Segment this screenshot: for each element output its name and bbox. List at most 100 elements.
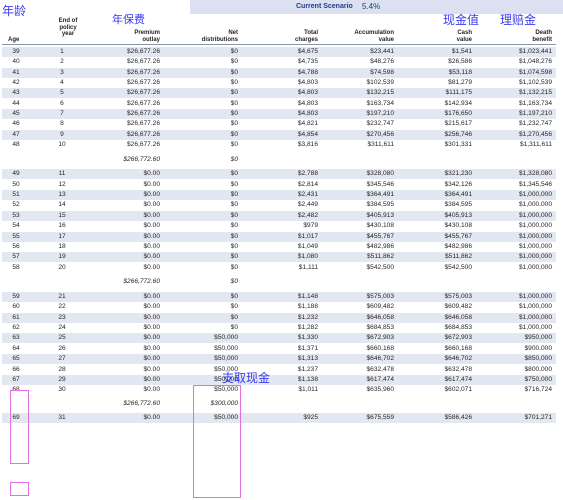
cell-death-benefit: $850,000: [524, 355, 552, 363]
cell-death-benefit: $716,724: [524, 386, 552, 394]
cell-cash-value: $455,767: [444, 233, 472, 241]
cell-death-benefit: $1,000,000: [518, 264, 552, 272]
cell-age: 45: [12, 110, 20, 118]
cell-charges: $1,282: [297, 324, 318, 332]
cell-death-benefit: $1,000,000: [518, 201, 552, 209]
cell-premium: $266,772.60: [123, 400, 160, 408]
table-row: 42 4 $26,677.26 $0 $4,803 $102,539 $81,279 $1,1…: [2, 78, 556, 88]
cell-charges: $1,138: [297, 376, 318, 384]
cell-policy-year: 3: [60, 69, 64, 77]
cell-death-benefit: $1,000,000: [518, 253, 552, 261]
cell-charges: $1,148: [297, 293, 318, 301]
cell-distribution: $0: [230, 222, 238, 230]
cell-accumulation: $635,960: [366, 386, 394, 394]
cell-age: 50: [12, 181, 20, 189]
table-row: 67 29 $0.00 $50,000 $1,138 $617,474 $617,474 $7…: [2, 375, 556, 385]
cell-premium: $26,677.26: [126, 100, 160, 108]
cell-premium: $0.00: [143, 222, 160, 230]
cell-death-benefit: $1,000,000: [518, 243, 552, 251]
cell-premium: $0.00: [143, 303, 160, 311]
cell-cash-value: $111,175: [445, 89, 472, 97]
cell-death-benefit: $1,000,000: [518, 222, 552, 230]
table-row: 64 26 $0.00 $50,000 $1,371 $660,168 $660,168 $9…: [2, 344, 556, 354]
table-row: 51 13 $0.00 $0 $2,431 $364,491 $364,491 $1,000,…: [2, 190, 556, 200]
cell-premium: $266,772.60: [123, 278, 160, 286]
cell-distribution: $0: [230, 201, 238, 209]
cell-cash-value: $364,491: [444, 191, 472, 199]
cell-distribution: $0: [230, 243, 238, 251]
cell-distribution: $0: [230, 79, 238, 87]
cell-accumulation: $632,478: [366, 366, 394, 374]
cell-age: 67: [12, 376, 20, 384]
table-row: 43 5 $26,677.26 $0 $4,803 $132,215 $111,175 $1,…: [2, 88, 556, 98]
cell-accumulation: $23,441: [370, 48, 394, 56]
cell-accumulation: $405,913: [366, 212, 394, 220]
cell-distribution: $0: [230, 264, 238, 272]
cell-charges: $2,431: [297, 191, 318, 199]
cell-premium: $26,677.26: [126, 79, 160, 87]
table-row: 62 24 $0.00 $0 $1,282 $684,853 $684,853 $1,000,…: [2, 323, 556, 333]
table-row: 56 18 $0.00 $0 $1,049 $482,986 $482,986 $1,000,…: [2, 242, 556, 252]
cell-charges: $4,675: [297, 48, 318, 56]
cell-age: 60: [12, 303, 20, 311]
cell-accumulation: $232,747: [366, 120, 394, 128]
cell-premium: $0.00: [143, 212, 160, 220]
cell-premium: $0.00: [143, 414, 160, 422]
table-row: 59 21 $0.00 $0 $1,148 $575,003 $575,003 $1,000,…: [2, 292, 556, 302]
cell-cash-value: $646,058: [444, 314, 472, 322]
cell-charges: $1,111: [298, 264, 318, 272]
cell-cash-value: $575,003: [444, 293, 472, 301]
cell-accumulation: $455,767: [366, 233, 394, 241]
cell-policy-year: 1: [60, 48, 64, 56]
cell-death-benefit: $1,270,456: [518, 131, 552, 139]
table-row: 61 23 $0.00 $0 $1,232 $646,058 $646,058 $1,000,…: [2, 313, 556, 323]
cell-death-benefit: $1,048,276: [518, 58, 552, 66]
cell-cash-value: $602,071: [444, 386, 472, 394]
cell-cash-value: $384,595: [444, 201, 472, 209]
cell-policy-year: 16: [58, 222, 66, 230]
highlight-age-box: [10, 390, 29, 464]
cell-death-benefit: $1,000,000: [518, 233, 552, 241]
table-row: 44 6 $26,677.26 $0 $4,803 $163,734 $142,934 $1,…: [2, 99, 556, 109]
cell-charges: $979: [303, 222, 318, 230]
cell-death-benefit: $1,000,000: [518, 293, 552, 301]
cell-age: 52: [12, 201, 20, 209]
cell-cash-value: $301,331: [444, 141, 472, 149]
cell-death-benefit: $1,345,546: [518, 181, 552, 189]
cell-age: 42: [12, 79, 20, 87]
cell-cash-value: $511,862: [444, 253, 472, 261]
cell-distribution: $0: [230, 253, 238, 261]
cell-premium: $26,677.26: [126, 131, 160, 139]
cell-charges: $4,803: [297, 89, 318, 97]
cell-charges: $4,803: [297, 100, 318, 108]
cell-age: 49: [12, 170, 20, 178]
cell-premium: $0.00: [143, 201, 160, 209]
cell-age: 62: [12, 324, 20, 332]
cell-charges: $2,482: [297, 212, 318, 220]
cell-policy-year: 4: [60, 79, 64, 87]
cell-charges: $2,814: [297, 181, 318, 189]
cell-distribution: $0: [230, 191, 238, 199]
cell-distribution: $0: [230, 69, 238, 77]
cell-accumulation: $646,702: [366, 355, 394, 363]
cell-death-benefit: $1,311,611: [519, 141, 552, 149]
cell-age: 53: [12, 212, 20, 220]
cell-death-benefit: $1,000,000: [518, 314, 552, 322]
cell-cash-value: $1,541: [451, 48, 472, 56]
cell-charges: $1,017: [297, 233, 318, 241]
cell-age: 51: [12, 191, 20, 199]
cell-accumulation: $575,003: [366, 293, 394, 301]
cell-death-benefit: $1,074,598: [518, 69, 552, 77]
cell-policy-year: 8: [60, 120, 64, 128]
cell-cash-value: $176,650: [444, 110, 472, 118]
cell-distribution: $0: [230, 48, 238, 56]
cell-accumulation: $660,168: [366, 345, 394, 353]
cell-age: 65: [12, 355, 20, 363]
cell-premium: $0.00: [143, 191, 160, 199]
cell-death-benefit: $1,163,734: [518, 100, 552, 108]
cell-policy-year: 6: [60, 100, 64, 108]
cell-premium: $26,677.26: [126, 120, 160, 128]
cell-distribution: $50,000: [214, 345, 238, 353]
cell-cash-value: $632,478: [444, 366, 472, 374]
cell-distribution: $0: [230, 120, 238, 128]
